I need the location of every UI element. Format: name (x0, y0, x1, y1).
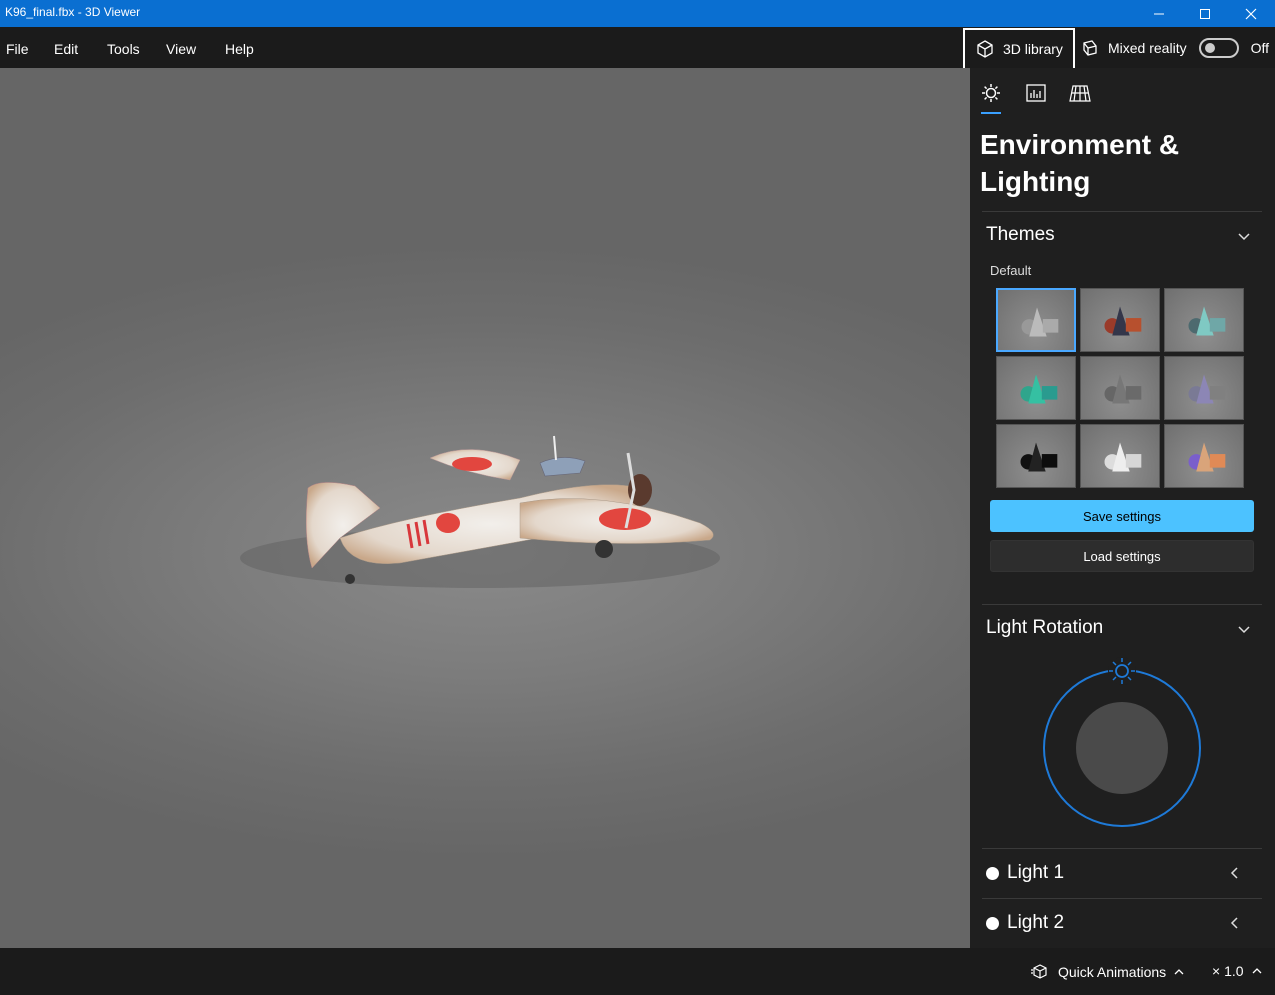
grid-icon[interactable] (1069, 82, 1091, 104)
sun-icon[interactable] (980, 82, 1002, 104)
theme-thumbnail[interactable] (996, 424, 1076, 488)
light-color-swatch (986, 916, 999, 930)
3d-library-label: 3D library (1003, 41, 1063, 57)
menu-view[interactable]: View (166, 41, 196, 57)
3d-viewport[interactable] (0, 68, 970, 948)
theme-thumbnail[interactable] (1164, 288, 1244, 352)
divider (982, 898, 1262, 899)
window-title: K96_final.fbx - 3D Viewer (5, 5, 141, 19)
light-2-row[interactable]: Light 2 (986, 908, 1266, 938)
theme-grid (996, 288, 1246, 488)
theme-thumbnail[interactable] (1164, 424, 1244, 488)
mixed-reality-label: Mixed reality (1108, 40, 1187, 56)
mixed-reality-state: Off (1250, 40, 1270, 56)
theme-thumbnail[interactable] (1080, 356, 1160, 420)
mixed-reality-icon (1083, 40, 1097, 56)
theme-thumbnail[interactable] (1080, 424, 1160, 488)
active-tab-indicator (981, 112, 1001, 114)
quick-animations-button[interactable]: Quick Animations (1030, 963, 1184, 981)
maximize-icon (1200, 8, 1210, 19)
chevron-down-icon[interactable] (1237, 230, 1251, 244)
light-1-label: Light 1 (1007, 862, 1065, 883)
chevron-down-icon[interactable] (1237, 623, 1251, 637)
environment-panel: Environment & Lighting Themes Default Sa… (970, 68, 1275, 948)
theme-thumbnail[interactable] (1164, 356, 1244, 420)
theme-thumbnail[interactable] (996, 356, 1076, 420)
mixed-reality-control: Mixed reality Off (1080, 28, 1269, 68)
divider (982, 848, 1262, 849)
menu-help[interactable]: Help (225, 41, 254, 57)
playback-speed-button[interactable]: × 1.0 (1212, 963, 1262, 979)
status-bar: Quick Animations × 1.0 (0, 948, 1275, 995)
light-2-label: Light 2 (1007, 912, 1065, 933)
minimize-icon (1154, 13, 1164, 14)
title-bar: K96_final.fbx - 3D Viewer (0, 0, 1275, 27)
chevron-left-icon[interactable] (1228, 916, 1242, 930)
3d-library-button[interactable]: 3D library (963, 28, 1075, 70)
menu-file[interactable]: File (6, 41, 29, 57)
chevron-left-icon[interactable] (1228, 866, 1242, 880)
sun-handle-icon (1108, 657, 1136, 685)
theme-thumbnail[interactable] (996, 288, 1076, 352)
menu-tools[interactable]: Tools (107, 41, 140, 57)
playback-speed-label: × 1.0 (1212, 963, 1244, 979)
save-settings-button[interactable]: Save settings (990, 500, 1254, 532)
maximize-button[interactable] (1182, 0, 1228, 27)
themes-sublabel: Default (990, 263, 1032, 278)
themes-section-title[interactable]: Themes (986, 224, 1055, 246)
light-rotation-section-title[interactable]: Light Rotation (986, 617, 1103, 639)
animation-icon (1031, 964, 1047, 979)
theme-thumbnail[interactable] (1080, 288, 1160, 352)
light-color-swatch (986, 866, 999, 880)
cube-icon (977, 40, 993, 58)
menu-edit[interactable]: Edit (54, 41, 78, 57)
close-button[interactable] (1228, 0, 1274, 27)
chevron-up-icon (1174, 969, 1184, 975)
minimize-button[interactable] (1136, 0, 1182, 27)
quick-animations-label: Quick Animations (1058, 964, 1167, 980)
airplane-model[interactable] (0, 68, 970, 948)
divider (982, 211, 1262, 212)
load-settings-button[interactable]: Load settings (990, 540, 1254, 572)
panel-heading: Environment & Lighting (980, 129, 1180, 197)
light-1-row[interactable]: Light 1 (986, 858, 1266, 888)
divider (982, 604, 1262, 605)
mixed-reality-toggle[interactable] (1198, 38, 1239, 58)
close-icon (1245, 8, 1257, 19)
chevron-up-icon (1252, 968, 1261, 974)
stats-icon[interactable] (1025, 82, 1047, 104)
light-rotation-dial[interactable] (1038, 650, 1208, 830)
